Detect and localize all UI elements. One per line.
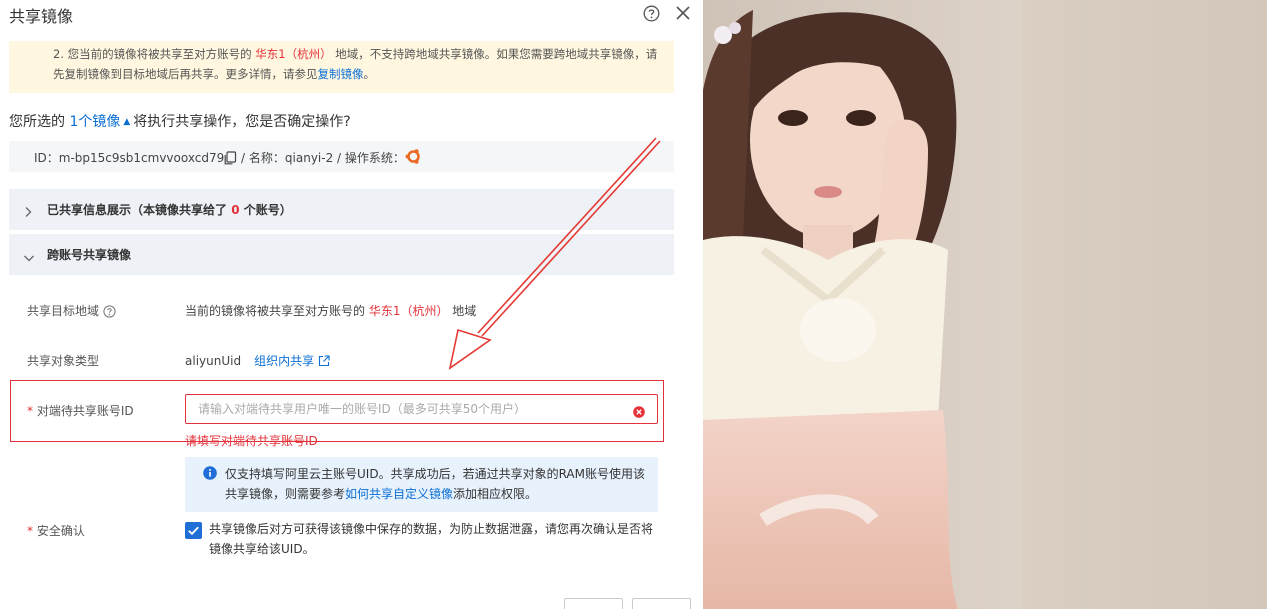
external-link-icon[interactable] [318,355,330,370]
cross-account-panel-title: 跨账号共享镜像 [47,248,132,262]
security-confirm-checkbox[interactable] [185,522,202,539]
chevron-right-icon [23,203,33,222]
ubuntu-icon [405,148,422,168]
info-tip-text: 仅支持填写阿里云主账号UID。共享成功后，若通过共享对象的RAM账号使用该共享镜… [225,467,645,501]
org-share-link[interactable]: 组织内共享 [254,354,314,368]
notice-banner: 2. 您当前的镜像将被共享至对方账号的 华东1（杭州） 地域，不支持跨地域共享镜… [9,41,674,93]
share-image-dialog: 共享镜像 2. 您当前的镜像将被共享至对方账号的 华东1（杭州） 地域，不支持跨… [0,0,703,609]
portrait-photo [703,0,1267,609]
selected-images-link[interactable]: 1个镜像 [69,114,120,130]
account-id-label: * 对端待共享账号ID [27,404,134,418]
clear-error-icon[interactable] [633,403,645,422]
image-info-bar: ID：m-bp15c9sb1cmvvooxcd79 / 名称：qianyi-2 … [9,141,674,172]
image-info-text: ID：m-bp15c9sb1cmvvooxcd79 / 名称：qianyi-2 … [34,148,422,168]
object-type-value: aliyunUid 组织内共享 [185,352,330,370]
copy-image-link[interactable]: 复制镜像 [318,67,364,81]
security-confirm-text: 共享镜像后对方可获得该镜像中保存的数据，为防止数据泄露，请您再次确认是否将镜像共… [209,522,654,556]
info-tip-box: 仅支持填写阿里云主账号UID。共享成功后，若通过共享对象的RAM账号使用该共享镜… [185,457,658,512]
copy-icon[interactable] [224,151,237,168]
cross-account-panel-header[interactable]: 跨账号共享镜像 [9,234,674,275]
shared-info-panel-header[interactable]: 已共享信息展示（本镜像共享给了 0 个账号） [9,189,674,230]
notice-region: 华东1（杭州） [255,47,332,61]
close-icon[interactable] [675,5,691,25]
chevron-down-icon [23,248,35,267]
screenshot-stage: 共享镜像 2. 您当前的镜像将被共享至对方账号的 华东1（杭州） 地域，不支持跨… [0,0,1267,609]
account-id-input[interactable] [185,394,658,424]
confirm-question: 您所选的 1个镜像 ▲ 将执行共享操作，您是否确定操作? [9,114,351,130]
object-type-label: 共享对象类型 [27,354,100,368]
notice-text: 2. 您当前的镜像将被共享至对方账号的 华东1（杭州） 地域，不支持跨地域共享镜… [53,47,658,81]
target-region-label: 共享目标地域 [27,302,116,321]
shared-info-panel-title: 已共享信息展示（本镜像共享给了 0 个账号） [47,203,292,217]
info-icon [203,465,217,484]
target-region-name: 华东1（杭州） [368,304,449,318]
shared-count: 0 [231,203,240,217]
cancel-button[interactable] [632,598,691,609]
caret-down-icon[interactable]: ▲ [123,117,130,127]
help-icon[interactable] [643,5,660,26]
ok-button[interactable] [564,598,623,609]
account-id-error: 请填写对端待共享账号ID [185,434,318,448]
target-region-value: 当前的镜像将被共享至对方账号的 华东1（杭州） 地域 [185,304,477,318]
dialog-title: 共享镜像 [9,7,74,26]
share-guide-link[interactable]: 如何共享自定义镜像 [345,487,453,501]
question-circle-icon[interactable] [103,305,116,321]
security-confirm-label: * 安全确认 [27,524,85,538]
